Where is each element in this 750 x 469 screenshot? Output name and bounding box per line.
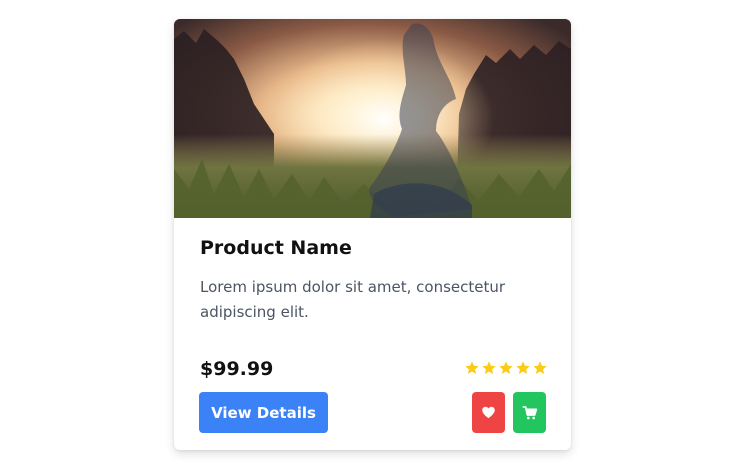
- star-icon: [499, 361, 513, 374]
- add-to-cart-button[interactable]: [513, 392, 546, 433]
- star-icon: [533, 361, 547, 374]
- star-icon: [465, 361, 479, 374]
- star-icon: [482, 361, 496, 374]
- product-title: Product Name: [200, 237, 352, 259]
- wishlist-button[interactable]: [472, 392, 505, 433]
- product-price: $99.99: [200, 358, 274, 380]
- product-image: [174, 19, 571, 218]
- star-icon: [516, 361, 530, 374]
- heart-icon: [482, 406, 495, 419]
- product-description: Lorem ipsum dolor sit amet, consectetur …: [200, 278, 506, 321]
- product-card: Product Name Lorem ipsum dolor sit amet,…: [174, 19, 571, 450]
- shopping-cart-icon: [521, 405, 537, 419]
- rating-stars: [464, 360, 548, 376]
- view-details-button[interactable]: View Details: [199, 392, 328, 433]
